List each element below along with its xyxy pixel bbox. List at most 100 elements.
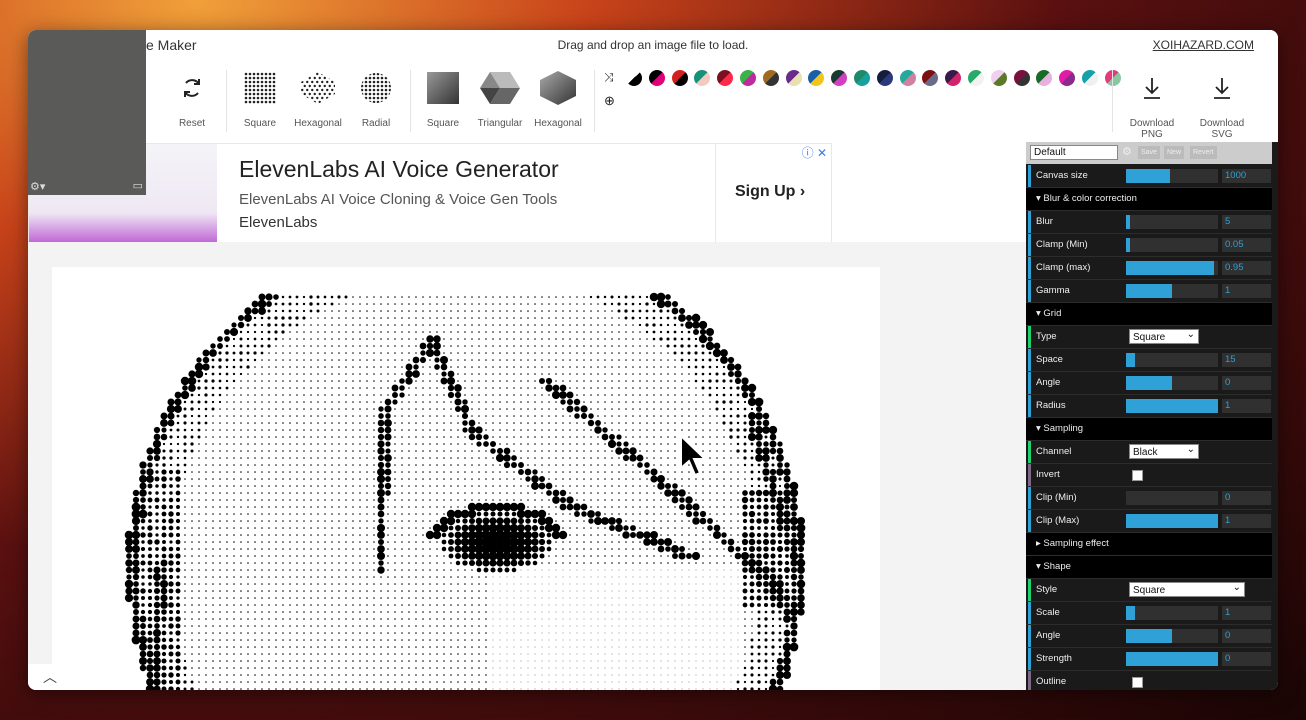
halftone-dot: [180, 390, 190, 400]
ad-cta-label: Sign Up: [735, 183, 796, 200]
halftone-dot: [695, 492, 697, 494]
halftone-dot: [590, 625, 592, 627]
download-png-button[interactable]: Download PNG: [1122, 66, 1182, 140]
halftone-dot: [176, 526, 180, 530]
halftone-dot: [688, 478, 690, 480]
palette-swatch[interactable]: [1036, 70, 1053, 86]
halftone-dot: [394, 506, 396, 508]
halftone-dot: [422, 499, 424, 501]
ad-close-icon[interactable]: ⓘ ✕: [802, 144, 827, 161]
halftone-dot: [303, 478, 305, 480]
halftone-dot: [296, 443, 298, 445]
halftone-dot: [303, 667, 305, 669]
add-color-icon[interactable]: ⊕: [604, 93, 615, 109]
palette-swatch[interactable]: [854, 70, 870, 86]
halftone-dot: [443, 471, 445, 473]
halftone-dot: [359, 324, 361, 326]
halftone-dot: [555, 660, 557, 662]
grid-radial-button[interactable]: Radial: [346, 66, 406, 129]
halftone-dot: [674, 464, 676, 466]
halftone-dot: [597, 681, 599, 683]
halftone-dot: [569, 653, 571, 655]
halftone-dot: [261, 625, 263, 627]
halftone-dot: [296, 394, 298, 396]
halftone-dot: [730, 639, 732, 641]
halftone-dot: [639, 485, 641, 487]
palette-swatch[interactable]: [922, 70, 939, 86]
halftone-dot: [625, 506, 627, 508]
palette-swatch[interactable]: [831, 70, 848, 86]
halftone-dot: [147, 511, 153, 517]
palette-swatch[interactable]: [740, 70, 756, 86]
palette-swatch[interactable]: [785, 70, 802, 86]
grid-hexagonal-button[interactable]: Hexagonal: [288, 66, 348, 129]
halftone-dot: [576, 464, 578, 466]
reset-button[interactable]: Reset: [162, 66, 222, 129]
palette-swatch[interactable]: [694, 70, 711, 86]
halftone-dot: [478, 310, 480, 312]
halftone-dot: [499, 394, 501, 396]
palette-swatch[interactable]: [876, 70, 893, 86]
halftone-dot: [618, 359, 620, 361]
palette-swatch[interactable]: [1082, 70, 1098, 86]
halftone-dot: [709, 436, 711, 438]
download-svg-button[interactable]: Download SVG: [1192, 66, 1252, 140]
halftone-dot: [646, 639, 648, 641]
palette-swatch[interactable]: [648, 70, 665, 86]
halftone-dot: [387, 534, 389, 536]
halftone-dot: [611, 394, 613, 396]
halftone-dot: [225, 372, 229, 376]
halftone-dot: [219, 555, 221, 557]
grid-square-button[interactable]: Square: [230, 66, 290, 129]
palette-swatch[interactable]: [671, 70, 688, 86]
halftone-dot: [506, 604, 508, 606]
halftone-dot: [373, 618, 375, 620]
halftone-dot: [422, 667, 424, 669]
halftone-dot: [296, 527, 298, 529]
halftone-dot: [632, 506, 634, 508]
shape-hexagonal-button[interactable]: Hexagonal: [528, 66, 588, 129]
halftone-dot: [499, 401, 501, 403]
halftone-dot: [576, 555, 578, 557]
halftone-dot: [226, 485, 228, 487]
ad-signup-button[interactable]: Sign Up ›: [735, 183, 805, 201]
palette-swatch[interactable]: [990, 70, 1007, 86]
halftone-dot: [604, 611, 606, 613]
halftone-dot: [345, 583, 347, 585]
shuffle-icon[interactable]: ⤨: [604, 70, 614, 85]
palette-swatch[interactable]: [1059, 70, 1076, 86]
ad-banner[interactable]: ElevenLabs AI Voice Generator ElevenLabs…: [28, 143, 832, 243]
palette-swatch[interactable]: [968, 70, 984, 86]
halftone-dot: [660, 660, 662, 662]
halftone-dot: [715, 358, 719, 362]
drop-hint: Drag and drop an image file to load.: [557, 38, 749, 52]
shape-square-button[interactable]: Square: [413, 66, 473, 129]
halftone-dot: [531, 552, 539, 560]
halftone-dot: [464, 366, 466, 368]
halftone-dot: [233, 401, 235, 403]
halftone-dot: [282, 576, 284, 578]
halftone-dot: [667, 555, 669, 557]
halftone-dot: [625, 415, 627, 417]
brand-link[interactable]: XOIHAZARD.COM: [1153, 38, 1254, 52]
halftone-dot: [468, 419, 476, 427]
palette-swatch[interactable]: [717, 70, 734, 86]
shape-triangular-button[interactable]: Triangular: [470, 66, 530, 129]
halftone-dot: [310, 492, 312, 494]
halftone-dot: [198, 450, 200, 452]
palette-swatch[interactable]: [1013, 70, 1030, 86]
halftone-dot: [541, 499, 543, 501]
palette-swatch[interactable]: [762, 70, 779, 86]
halftone-dot: [387, 548, 389, 550]
palette-swatch[interactable]: [899, 70, 916, 86]
halftone-canvas[interactable]: [52, 267, 880, 690]
halftone-dot: [492, 457, 494, 459]
palette-swatch[interactable]: [945, 70, 962, 86]
halftone-dot: [233, 471, 235, 473]
halftone-dot: [639, 569, 641, 571]
palette-swatch[interactable]: [808, 70, 825, 86]
halftone-dot: [569, 303, 571, 305]
halftone-dot: [617, 302, 621, 306]
palette-swatch[interactable]: [626, 70, 642, 86]
halftone-dot: [736, 421, 740, 425]
